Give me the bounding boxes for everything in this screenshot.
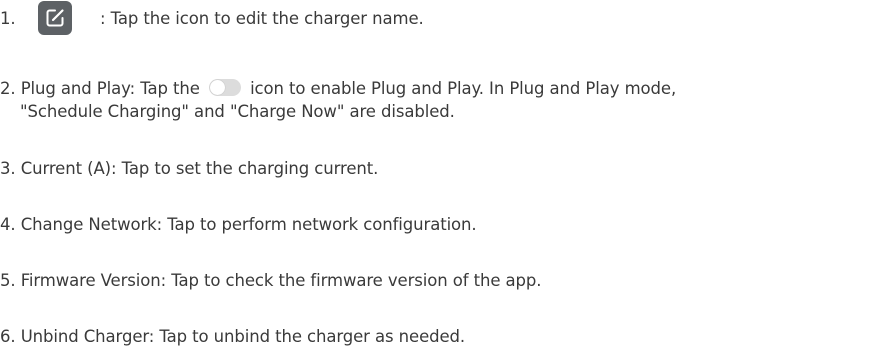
item-4: 4. Change Network: Tap to perform networ… <box>0 215 477 234</box>
item-2-continuation: "Schedule Charging" and "Charge Now" are… <box>20 102 455 121</box>
item-5: 5. Firmware Version: Tap to check the fi… <box>0 271 542 290</box>
item-1-text: : Tap the icon to edit the charger name. <box>100 9 424 28</box>
item-3: 3. Current (A): Tap to set the charging … <box>0 159 379 178</box>
toggle-switch-icon <box>208 79 241 96</box>
item-1: 1. <box>0 8 16 30</box>
item-1-number: 1. <box>0 9 16 28</box>
item-2-text-after: icon to enable Plug and Play. In Plug an… <box>250 79 677 98</box>
edit-icon <box>38 1 72 35</box>
item-2-text-before: 2. Plug and Play: Tap the <box>0 79 200 98</box>
toggle-knob <box>209 80 225 95</box>
page: { "items": [ { "number": "1.", "icon": "… <box>0 0 888 356</box>
item-6: 6. Unbind Charger: Tap to unbind the cha… <box>0 327 466 346</box>
item-2: 2. Plug and Play: Tap the icon to enable… <box>0 78 676 100</box>
